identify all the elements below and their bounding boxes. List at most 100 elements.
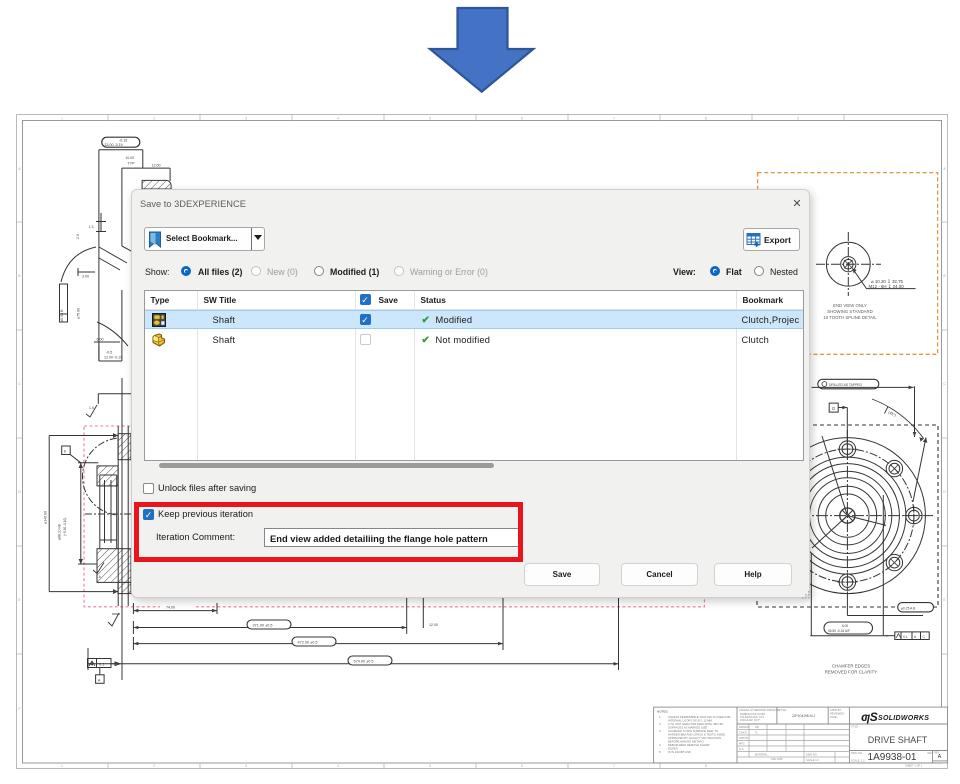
svg-text:E: E [18,598,20,602]
svg-text:12.00: 12.00 [429,623,438,627]
svg-text:b: b [64,449,67,454]
svg-text:5: 5 [429,116,431,120]
svg-text:3.: 3. [659,729,662,733]
svg-text:2: 2 [153,116,155,120]
svg-text:1.: 1. [659,715,662,719]
svg-text:TITLE:: TITLE: [851,725,859,729]
svg-text:REMOVED FOR CLARITY: REMOVED FOR CLARITY [825,669,878,674]
svg-text:M12 - 6H ↧ 24.00: M12 - 6H ↧ 24.00 [869,284,905,289]
svg-text:A: A [98,678,101,683]
svg-text:7: 7 [613,764,615,768]
svg-text:APPD BY:: APPD BY: [830,708,842,712]
svg-text:1A9938-01: 1A9938-01 [868,752,917,763]
svg-text:74.00: 74.00 [166,606,175,610]
svg-text:4.: 4. [659,743,662,747]
svg-text:1.3: 1.3 [89,225,94,229]
svg-text:CHAMFER EDGES: CHAMFER EDGES [832,664,870,669]
svg-text:REV: REV [934,751,940,755]
svg-text:D: D [943,490,946,494]
svg-text:6.00: 6.00 [842,624,848,628]
svg-text:ANGULAR: ±0.5°: ANGULAR: ±0.5° [740,718,760,722]
svg-text:TITLE:: TITLE: [779,708,787,712]
svg-text:(+0.30 -0.10): (+0.30 -0.10) [63,518,67,536]
svg-text:END VIEW ONLY: END VIEW ONLY [833,303,867,308]
svg-text:6.00: 6.00 [97,338,104,342]
svg-text:⌀0.25 A B: ⌀0.25 A B [901,606,916,610]
svg-text:AISI 1045: AISI 1045 [771,757,783,761]
svg-text:⌀88.00 H8: ⌀88.00 H8 [58,524,62,540]
svg-text:SOLIDWORKS: SOLIDWORKS [878,715,929,722]
svg-text:A: A [943,167,946,171]
svg-text:B: B [943,274,945,278]
svg-text:CHK'D: CHK'D [739,731,747,735]
svg-text:APPV'D: APPV'D [739,736,748,740]
svg-text:ƣS: ƣS [861,710,878,724]
svg-text:12.00: 12.00 [152,164,161,168]
svg-text:A: A [938,754,942,760]
svg-text:3: 3 [245,764,247,768]
svg-text:SCALE: 1:2: SCALE: 1:2 [851,759,865,763]
svg-text:5.: 5. [659,750,662,754]
svg-text:DRAWN: DRAWN [739,725,749,729]
svg-text:DWG NO:: DWG NO: [806,753,818,757]
svg-text:DRIVE SHAFT: DRIVE SHAFT [868,735,928,745]
svg-text:NOTES:: NOTES: [657,710,668,714]
svg-text:2.6: 2.6 [76,234,80,239]
svg-text:45.50 -0.16 A/F: 45.50 -0.16 A/F [828,629,850,633]
svg-text:C: C [18,382,21,386]
svg-text:⌀0.03 B: ⌀0.03 B [60,309,64,322]
svg-text:8: 8 [705,116,707,120]
svg-text:IF IN DOUBT ASK.: IF IN DOUBT ASK. [668,750,692,754]
svg-text:SHEET 1 OF 1: SHEET 1 OF 1 [905,764,923,768]
svg-text:1.6: 1.6 [89,406,94,410]
svg-text:Q.A: Q.A [739,747,744,751]
svg-text:F: F [19,707,21,711]
svg-text:REV: REV [928,751,934,755]
svg-text:371.00 ±0.5: 371.00 ±0.5 [253,624,273,628]
svg-text:1.6: 1.6 [96,575,101,579]
svg-text:MFG: MFG [739,742,745,746]
svg-text:SHOWING STANDARD: SHOWING STANDARD [827,309,873,314]
svg-text:1: 1 [61,116,63,120]
svg-text:4: 4 [337,116,339,120]
svg-text:DATE:: DATE: [830,715,838,719]
svg-text:-0.15: -0.15 [119,139,127,143]
svg-text:7: 7 [613,116,615,120]
svg-text:TYP: TYP [128,162,136,166]
svg-text:8: 8 [705,764,707,768]
svg-text:9: 9 [797,116,799,120]
svg-text:UNLESS OTHERWISE SPECIFIED: UNLESS OTHERWISE SPECIFIED [739,708,780,712]
svg-text:3: 3 [245,116,247,120]
svg-text:REVIEWED:: REVIEWED: [830,712,845,716]
svg-text:C: C [943,382,946,386]
svg-text:DWG NO.: DWG NO. [851,751,863,755]
svg-text:⌀75.00: ⌀75.00 [77,308,81,319]
svg-text:472.00 ±0.5: 472.00 ±0.5 [298,641,318,645]
svg-text:6: 6 [521,116,523,120]
svg-text:0.1: 0.1 [903,635,908,639]
svg-text:AB: AB [755,725,759,729]
svg-text:⌀140.00: ⌀140.00 [44,511,48,524]
svg-text:12.00 -0.19: 12.00 -0.19 [104,356,122,360]
svg-text:MATERIAL:: MATERIAL: [755,753,769,757]
svg-text:4: 4 [337,764,339,768]
svg-text:5: 5 [429,764,431,768]
svg-text:6: 6 [521,764,523,768]
svg-text:10 TOOTH SPLINE DETAIL: 10 TOOTH SPLINE DETAIL [823,315,877,320]
svg-text:2JF4O4J98-SLJ: 2JF4O4J98-SLJ [792,714,815,718]
svg-text:B: B [18,274,20,278]
svg-text:E: E [943,598,945,602]
svg-text:33.00 -0.19: 33.00 -0.19 [105,143,123,147]
svg-text:2: 2 [153,764,155,768]
svg-text:DRILLED AS TAPPED: DRILLED AS TAPPED [829,383,862,387]
svg-text:-0.5: -0.5 [106,351,112,355]
svg-text:3.00: 3.00 [82,275,89,279]
svg-text:1: 1 [61,764,63,768]
svg-text:SCALE 1:2: SCALE 1:2 [806,758,819,762]
svg-text:10.00: 10.00 [125,156,134,160]
svg-text:G: G [832,406,836,411]
svg-text:D: D [18,490,21,494]
svg-text:2.: 2. [659,722,662,726]
svg-text:574.00 ±0.5: 574.00 ±0.5 [354,660,374,664]
svg-text:A: A [18,167,21,171]
